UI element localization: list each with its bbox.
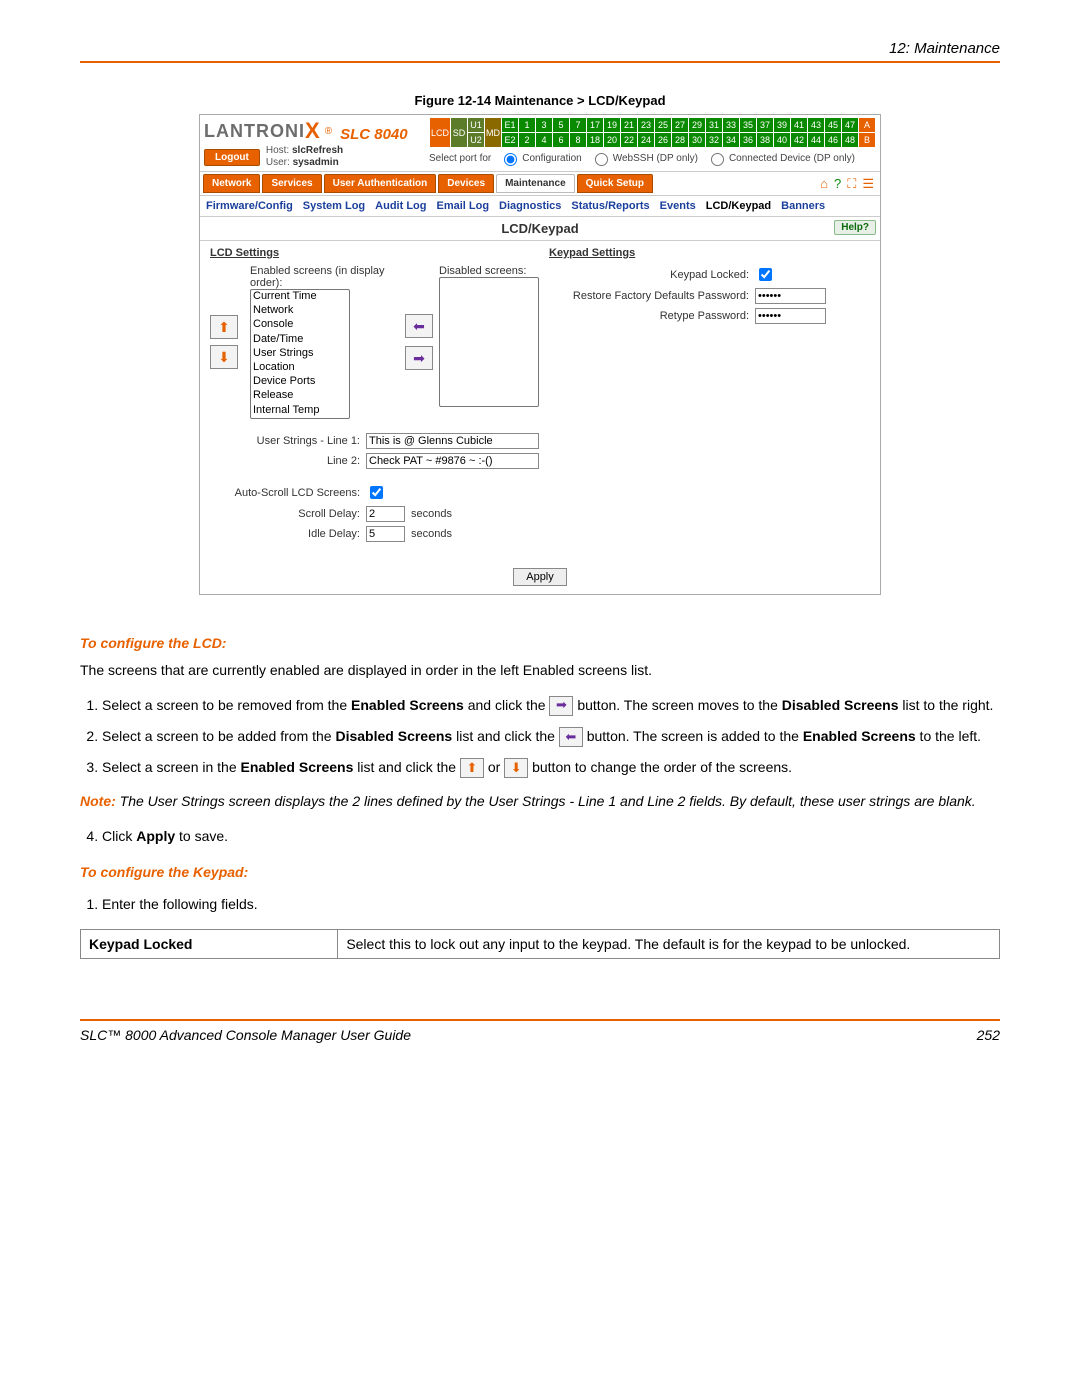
user-string-line2-input[interactable]: [366, 453, 539, 469]
keypad-steps-list: Enter the following fields.: [80, 894, 1000, 914]
move-left-button[interactable]: ⬅: [405, 314, 433, 338]
subnav-firmware[interactable]: Firmware/Config: [206, 200, 293, 212]
move-right-button[interactable]: ➡: [405, 346, 433, 370]
retype-password-label: Retype Password:: [549, 310, 749, 322]
lcd-settings-heading: LCD Settings: [210, 247, 539, 259]
page-footer: SLC™ 8000 Advanced Console Manager User …: [80, 1019, 1000, 1043]
arrow-up-icon: ⬆: [460, 758, 484, 778]
expand-icon[interactable]: ⛶: [847, 176, 856, 192]
list-item: Select a screen in the Enabled Screens l…: [102, 757, 1000, 778]
field-desc-cell: Select this to lock out any input to the…: [338, 929, 1000, 958]
list-icon[interactable]: ☰: [862, 176, 874, 192]
main-tabs: Network Services User Authentication Dev…: [200, 171, 880, 196]
configure-keypad-heading: To configure the Keypad:: [80, 864, 1000, 880]
scroll-delay-label: Scroll Delay:: [210, 508, 360, 520]
chapter-header: 12: Maintenance: [80, 40, 1000, 63]
intro-paragraph: The screens that are currently enabled a…: [80, 661, 1000, 681]
tab-quick-setup[interactable]: Quick Setup: [577, 174, 653, 193]
tab-services[interactable]: Services: [262, 174, 321, 193]
list-item: Click Apply to save.: [102, 826, 1000, 846]
portmode-config-radio[interactable]: [504, 153, 517, 166]
arrow-left-icon: ⬅: [559, 727, 583, 747]
brand-logo: LANTRONIX ® SLC 8040: [204, 117, 408, 143]
tab-maintenance[interactable]: Maintenance: [496, 174, 575, 193]
subnav-banners[interactable]: Banners: [781, 200, 825, 212]
keypad-fields-table: Keypad Locked Select this to lock out an…: [80, 929, 1000, 959]
move-up-button[interactable]: ⬆: [210, 315, 238, 339]
disabled-screens-label: Disabled screens:: [439, 265, 539, 277]
user-string-line2-label: Line 2:: [210, 455, 360, 467]
arrow-right-icon: ➡: [549, 696, 573, 716]
user-string-line1-input[interactable]: [366, 433, 539, 449]
list-item: Select a screen to be removed from the E…: [102, 695, 1000, 716]
scroll-delay-input[interactable]: [366, 506, 405, 522]
autoscroll-checkbox[interactable]: [370, 486, 383, 499]
portmode-connected-radio[interactable]: [711, 153, 724, 166]
disabled-screens-list[interactable]: [439, 277, 539, 407]
arrow-down-icon: ⬇: [504, 758, 528, 778]
move-down-button[interactable]: ⬇: [210, 345, 238, 369]
enabled-screens-list[interactable]: Current TimeNetworkConsoleDate/TimeUser …: [250, 289, 350, 419]
restore-password-input[interactable]: [755, 288, 826, 304]
maintenance-subnav: Firmware/Config System Log Audit Log Ema…: [200, 196, 880, 217]
home-icon[interactable]: ⌂: [820, 176, 828, 192]
configure-lcd-heading: To configure the LCD:: [80, 635, 1000, 651]
note-paragraph: Note: The User Strings screen displays t…: [80, 792, 1000, 812]
subnav-diagnostics[interactable]: Diagnostics: [499, 200, 561, 212]
subnav-auditlog[interactable]: Audit Log: [375, 200, 426, 212]
keypad-settings-heading: Keypad Settings: [549, 247, 870, 259]
idle-delay-input[interactable]: [366, 526, 405, 542]
enabled-screens-label: Enabled screens (in display order):: [250, 265, 399, 289]
subnav-emaillog[interactable]: Email Log: [436, 200, 489, 212]
tab-network[interactable]: Network: [203, 174, 260, 193]
subnav-status[interactable]: Status/Reports: [571, 200, 649, 212]
host-user-info: Host: slcRefresh User: sysadmin: [266, 145, 343, 169]
help-icon[interactable]: ?: [834, 176, 841, 192]
subnav-systemlog[interactable]: System Log: [303, 200, 365, 212]
autoscroll-label: Auto-Scroll LCD Screens:: [210, 487, 360, 499]
page-title: LCD/Keypad: [501, 221, 578, 236]
field-name-cell: Keypad Locked: [81, 929, 338, 958]
context-help-button[interactable]: Help?: [834, 220, 876, 235]
list-item: Select a screen to be added from the Dis…: [102, 726, 1000, 747]
port-status-grid[interactable]: LCDSDU1MDE113571719212325272931333537394…: [429, 117, 876, 166]
tab-devices[interactable]: Devices: [438, 174, 494, 193]
tab-user-authentication[interactable]: User Authentication: [324, 174, 437, 193]
retype-password-input[interactable]: [755, 308, 826, 324]
figure-caption: Figure 12-14 Maintenance > LCD/Keypad: [80, 93, 1000, 108]
logout-button[interactable]: Logout: [204, 149, 260, 166]
table-row: Keypad Locked Select this to lock out an…: [81, 929, 1000, 958]
idle-delay-label: Idle Delay:: [210, 528, 360, 540]
lcd-steps-list: Select a screen to be removed from the E…: [80, 695, 1000, 779]
portmode-webssh-radio[interactable]: [595, 153, 608, 166]
subnav-lcdkeypad[interactable]: LCD/Keypad: [706, 200, 771, 212]
restore-password-label: Restore Factory Defaults Password:: [549, 290, 749, 302]
list-item: Enter the following fields.: [102, 894, 1000, 914]
keypad-locked-checkbox[interactable]: [759, 268, 772, 281]
apply-button[interactable]: Apply: [513, 568, 567, 586]
lcd-steps-list-cont: Click Apply to save.: [80, 826, 1000, 846]
subnav-events[interactable]: Events: [660, 200, 696, 212]
keypad-locked-label: Keypad Locked:: [549, 269, 749, 281]
lcd-keypad-ui: LANTRONIX ® SLC 8040 Logout Host: slcRef…: [199, 114, 881, 595]
user-string-line1-label: User Strings - Line 1:: [210, 435, 360, 447]
